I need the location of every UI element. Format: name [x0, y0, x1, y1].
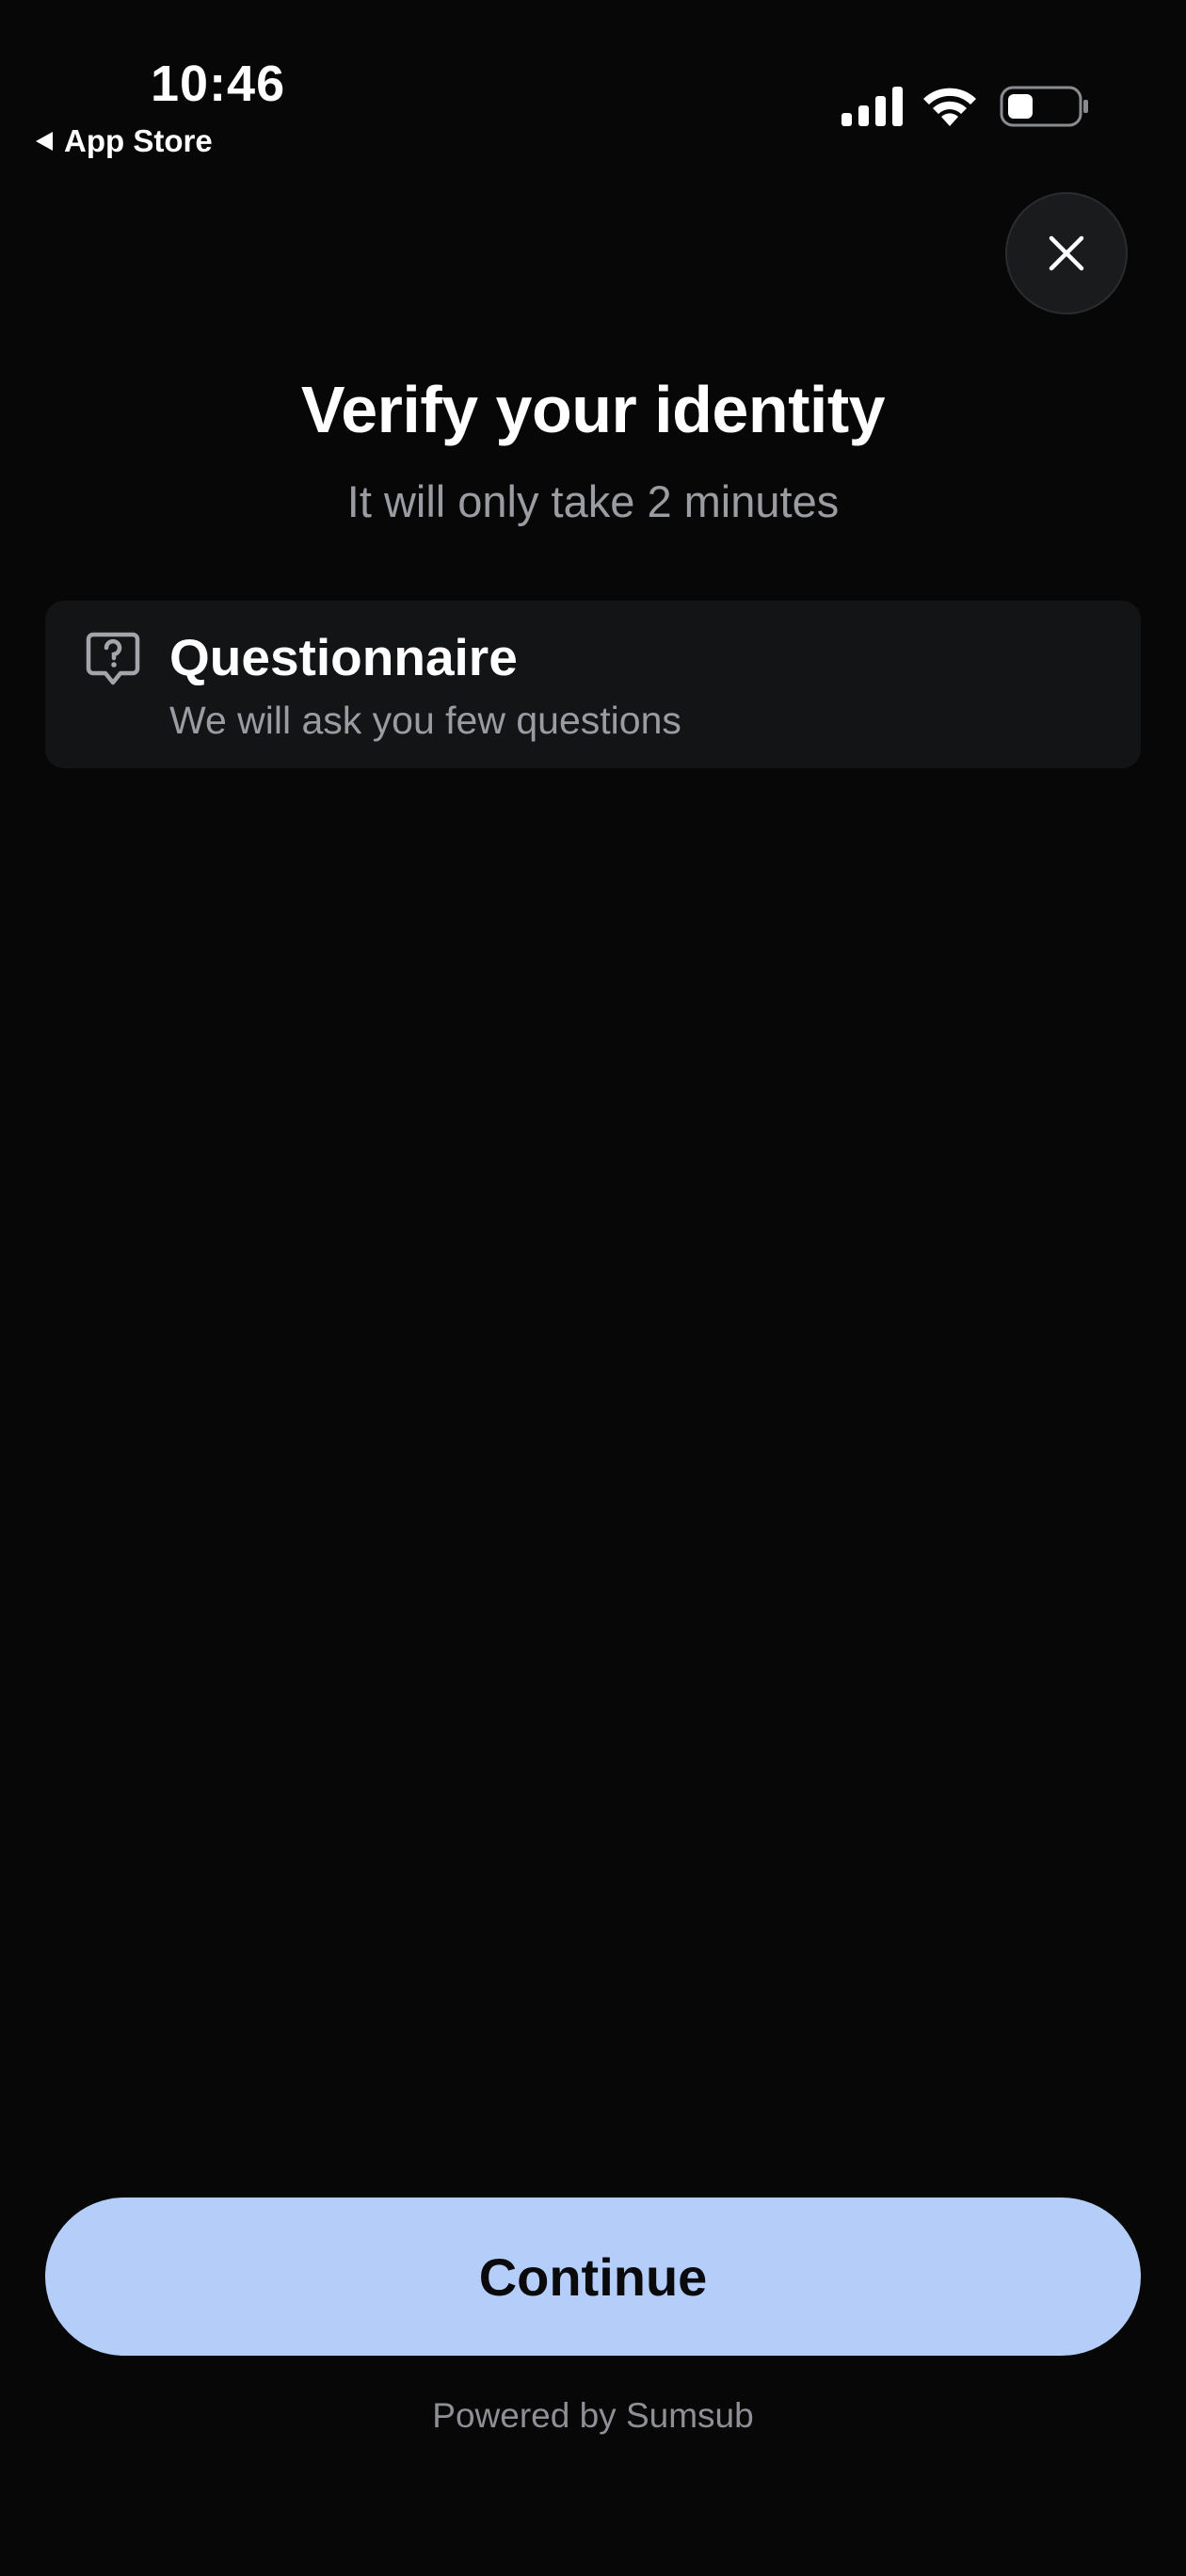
back-to-app-store-link[interactable]: App Store — [36, 121, 213, 162]
wifi-icon — [923, 88, 976, 126]
back-arrow-icon — [36, 132, 53, 151]
step-description: We will ask you few questions — [169, 699, 681, 742]
powered-by-label: Powered by Sumsub — [432, 2396, 754, 2435]
status-bar: 10:46 App Store — [0, 0, 1186, 179]
page-subtitle: It will only take 2 minutes — [346, 476, 840, 526]
close-button[interactable] — [1005, 192, 1128, 314]
battery-icon — [1000, 86, 1088, 127]
status-time: 10:46 — [151, 56, 286, 112]
continue-button[interactable]: Continue — [45, 2198, 1141, 2356]
question-bubble-icon — [86, 632, 140, 685]
cellular-signal-icon — [841, 87, 903, 126]
step-title: Questionnaire — [169, 628, 518, 686]
questionnaire-step-card[interactable]: Questionnaire We will ask you few questi… — [45, 601, 1141, 768]
back-link-label: App Store — [64, 123, 213, 158]
page-title: Verify your identity — [300, 373, 886, 446]
close-icon — [1049, 235, 1084, 271]
